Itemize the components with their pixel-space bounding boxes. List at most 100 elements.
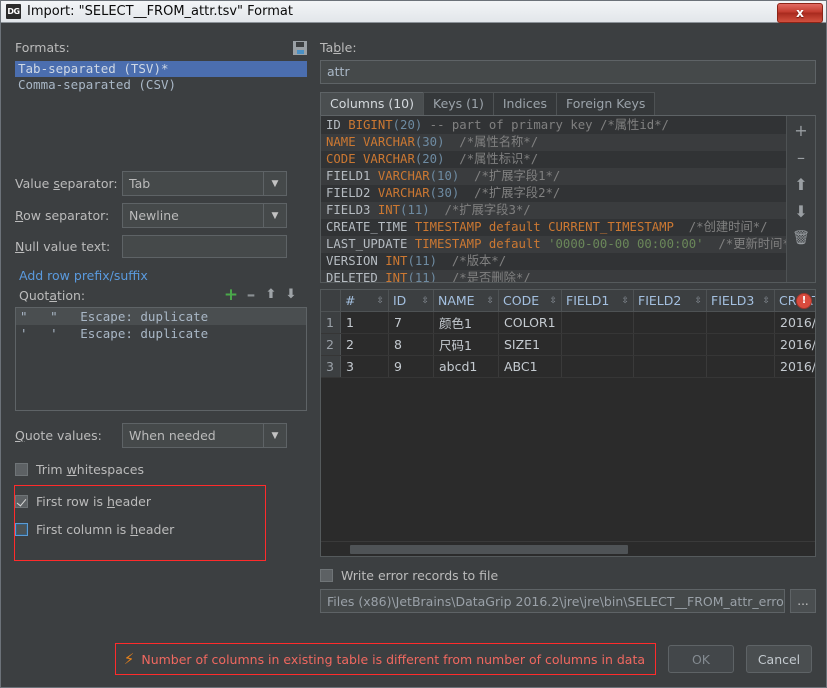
ddl-token: /*版本*/ xyxy=(437,254,506,268)
write-errors-label: Write error records to file xyxy=(341,568,498,583)
quote-values-combo[interactable]: When needed ▼ xyxy=(122,423,287,448)
tab-indices[interactable]: Indices xyxy=(493,92,557,115)
table-cell[interactable]: 2016/7/ xyxy=(775,334,816,355)
null-value-row: Null value text: xyxy=(15,235,307,258)
grid-column-header[interactable]: FIELD3⇳ xyxy=(707,290,775,311)
browse-file-button[interactable]: ... xyxy=(790,589,816,613)
table-cell[interactable] xyxy=(562,334,634,355)
write-errors-checkbox-row[interactable]: Write error records to file xyxy=(320,568,816,583)
checkbox-trim-whitespaces[interactable] xyxy=(15,463,28,476)
table-cell[interactable]: 2016/7/ xyxy=(775,312,816,333)
error-file-path-input[interactable]: Files (x86)\JetBrains\DataGrip 2016.2\jr… xyxy=(320,589,785,613)
table-cell[interactable] xyxy=(634,356,707,377)
datagrip-logo-icon: DG xyxy=(6,4,21,19)
ddl-token: VARCHAR xyxy=(363,135,415,149)
checkbox-row[interactable]: Trim whitespaces xyxy=(15,462,307,477)
row-separator-combo[interactable]: Newline ▼ xyxy=(122,203,287,228)
table-cell[interactable]: 3 xyxy=(341,356,389,377)
table-cell[interactable]: 颜色1 xyxy=(434,312,499,333)
ddl-editor[interactable]: ID BIGINT(20) -- part of primary key /*属… xyxy=(321,116,786,282)
quotation-remove-icon[interactable]: – xyxy=(241,287,261,303)
grid-column-label: CODE xyxy=(503,293,539,308)
grid-column-header[interactable]: #⇳ xyxy=(341,290,389,311)
table-cell[interactable]: 2016/8/ xyxy=(775,356,816,377)
grid-column-header[interactable]: ID⇳ xyxy=(389,290,434,311)
table-cell[interactable]: 7 xyxy=(389,312,434,333)
row-separator-label: Row separator: xyxy=(15,208,122,223)
table-cell[interactable]: 1 xyxy=(341,312,389,333)
ddl-token: ID xyxy=(326,118,348,132)
table-cell[interactable]: abcd1 xyxy=(434,356,499,377)
quotation-item[interactable]: ' ' Escape: duplicate xyxy=(16,325,306,342)
table-row[interactable]: 117颜色1COLOR12016/7/ xyxy=(321,312,815,334)
chevron-down-icon: ▼ xyxy=(263,424,286,447)
grid-hscrollbar-thumb[interactable] xyxy=(350,545,628,554)
table-cell[interactable]: ABC1 xyxy=(499,356,562,377)
table-row[interactable]: 228尺码1SIZE12016/7/ xyxy=(321,334,815,356)
grid-column-header[interactable] xyxy=(321,290,341,311)
add-column-icon[interactable]: + xyxy=(791,121,811,139)
table-cell[interactable]: 8 xyxy=(389,334,434,355)
quotation-list[interactable]: " " Escape: duplicate' ' Escape: duplica… xyxy=(15,307,307,411)
table-pane: Table: attr Columns (10)Keys (1)IndicesF… xyxy=(320,40,816,613)
row-separator-value: Newline xyxy=(123,204,263,227)
sort-arrows-icon[interactable]: ⇳ xyxy=(421,296,429,306)
table-cell[interactable]: 尺码1 xyxy=(434,334,499,355)
quotation-move-up-icon[interactable]: ⬆ xyxy=(261,287,281,303)
grid-hscrollbar-track[interactable] xyxy=(321,541,815,556)
sort-arrows-icon[interactable]: ⇳ xyxy=(549,296,557,306)
cancel-button[interactable]: Cancel xyxy=(746,645,812,673)
table-cell[interactable] xyxy=(562,312,634,333)
table-cell[interactable] xyxy=(707,312,775,333)
table-row[interactable]: 339abcd1ABC12016/8/ xyxy=(321,356,815,378)
sort-arrows-icon[interactable]: ⇳ xyxy=(762,296,770,306)
sort-arrows-icon[interactable]: ⇳ xyxy=(621,296,629,306)
add-row-prefix-suffix-link[interactable]: Add row prefix/suffix xyxy=(19,268,307,283)
ddl-token: (11) xyxy=(407,271,437,282)
sort-arrows-icon[interactable]: ⇳ xyxy=(694,296,702,306)
close-button[interactable]: x xyxy=(777,3,823,23)
sort-arrows-icon[interactable]: ⇳ xyxy=(486,296,494,306)
grid-error-badge[interactable]: ! xyxy=(796,293,812,309)
table-cell[interactable] xyxy=(707,334,775,355)
value-separator-combo[interactable]: Tab ▼ xyxy=(122,171,287,196)
ddl-token: FIELD2 xyxy=(326,186,378,200)
chevron-down-icon: ▼ xyxy=(263,204,286,227)
table-cell[interactable]: SIZE1 xyxy=(499,334,562,355)
grid-column-header[interactable]: NAME⇳ xyxy=(434,290,499,311)
header-options-highlight-box xyxy=(14,485,266,561)
format-item[interactable]: Tab-separated (TSV)* xyxy=(15,61,307,77)
table-cell[interactable]: 9 xyxy=(389,356,434,377)
formats-list[interactable]: Tab-separated (TSV)*Comma-separated (CSV… xyxy=(15,61,307,171)
sort-arrows-icon[interactable]: ⇳ xyxy=(376,296,384,306)
table-cell[interactable] xyxy=(634,334,707,355)
grid-column-header[interactable]: FIELD1⇳ xyxy=(562,290,634,311)
move-column-down-icon[interactable]: ⬇ xyxy=(791,202,811,220)
table-cell[interactable] xyxy=(634,312,707,333)
delete-icon[interactable]: 🗑 xyxy=(791,229,811,247)
write-errors-checkbox[interactable] xyxy=(320,569,333,582)
ddl-token: LAST_UPDATE xyxy=(326,237,415,251)
quotation-item[interactable]: " " Escape: duplicate xyxy=(16,308,306,325)
error-file-path-row: Files (x86)\JetBrains\DataGrip 2016.2\jr… xyxy=(320,589,816,613)
save-format-icon[interactable] xyxy=(293,41,307,55)
row-index-cell: 1 xyxy=(321,312,341,333)
remove-column-icon[interactable]: – xyxy=(791,148,811,166)
tab-keys-1[interactable]: Keys (1) xyxy=(423,92,494,115)
null-value-input[interactable] xyxy=(122,235,287,258)
quotation-move-down-icon[interactable]: ⬇ xyxy=(281,287,301,303)
ddl-line: FIELD2 VARCHAR(30) /*扩展字段2*/ xyxy=(321,185,786,202)
table-name-input[interactable]: attr xyxy=(320,60,816,84)
table-cell[interactable] xyxy=(562,356,634,377)
grid-column-header[interactable]: FIELD2⇳ xyxy=(634,290,707,311)
move-column-up-icon[interactable]: ⬆ xyxy=(791,175,811,193)
ok-button[interactable]: OK xyxy=(668,645,734,673)
table-cell[interactable] xyxy=(707,356,775,377)
format-item[interactable]: Comma-separated (CSV) xyxy=(15,77,307,93)
quotation-add-icon[interactable]: + xyxy=(221,287,241,303)
table-cell[interactable]: 2 xyxy=(341,334,389,355)
tab-foreign-keys[interactable]: Foreign Keys xyxy=(556,92,655,115)
tab-columns-10[interactable]: Columns (10) xyxy=(320,92,424,115)
grid-column-header[interactable]: CODE ⇳ xyxy=(499,290,562,311)
table-cell[interactable]: COLOR1 xyxy=(499,312,562,333)
